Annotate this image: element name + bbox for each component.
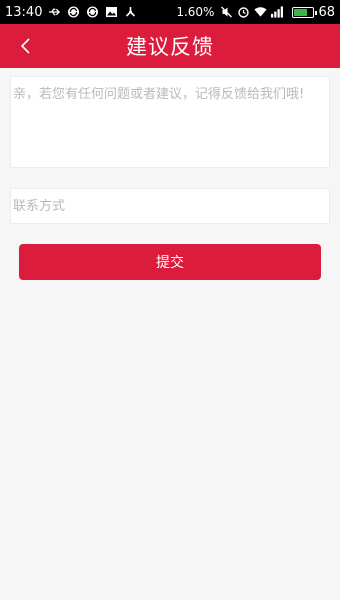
status-bar-left: 13:40 [5, 5, 137, 20]
usb-icon [49, 8, 61, 16]
submit-button[interactable]: 提交 [19, 244, 321, 280]
back-button[interactable] [10, 30, 42, 62]
contact-input[interactable] [11, 189, 329, 223]
page-title: 建议反馈 [126, 35, 214, 59]
mute-icon [221, 6, 233, 18]
image-icon [106, 7, 118, 17]
network-icon [126, 7, 136, 17]
battery-icon [292, 6, 318, 18]
feedback-area-container [10, 76, 330, 168]
status-bar-right: 1.60% 68 [176, 5, 335, 20]
sync-icon [68, 6, 80, 18]
status-time: 13:40 [5, 4, 43, 20]
chevron-left-icon [20, 38, 30, 54]
feedback-textarea[interactable] [11, 77, 329, 167]
contact-field-container [10, 188, 330, 224]
app-header: 建议反馈 [0, 24, 340, 68]
signal-icon [271, 6, 284, 18]
status-bar: 13:40 1.60% 68 [0, 0, 340, 24]
data-usage-text: 1.60% [176, 5, 215, 19]
wifi-icon [254, 7, 267, 17]
battery-level-text: 68 [318, 4, 335, 20]
alarm-icon [238, 7, 250, 18]
sync-icon [87, 6, 99, 18]
